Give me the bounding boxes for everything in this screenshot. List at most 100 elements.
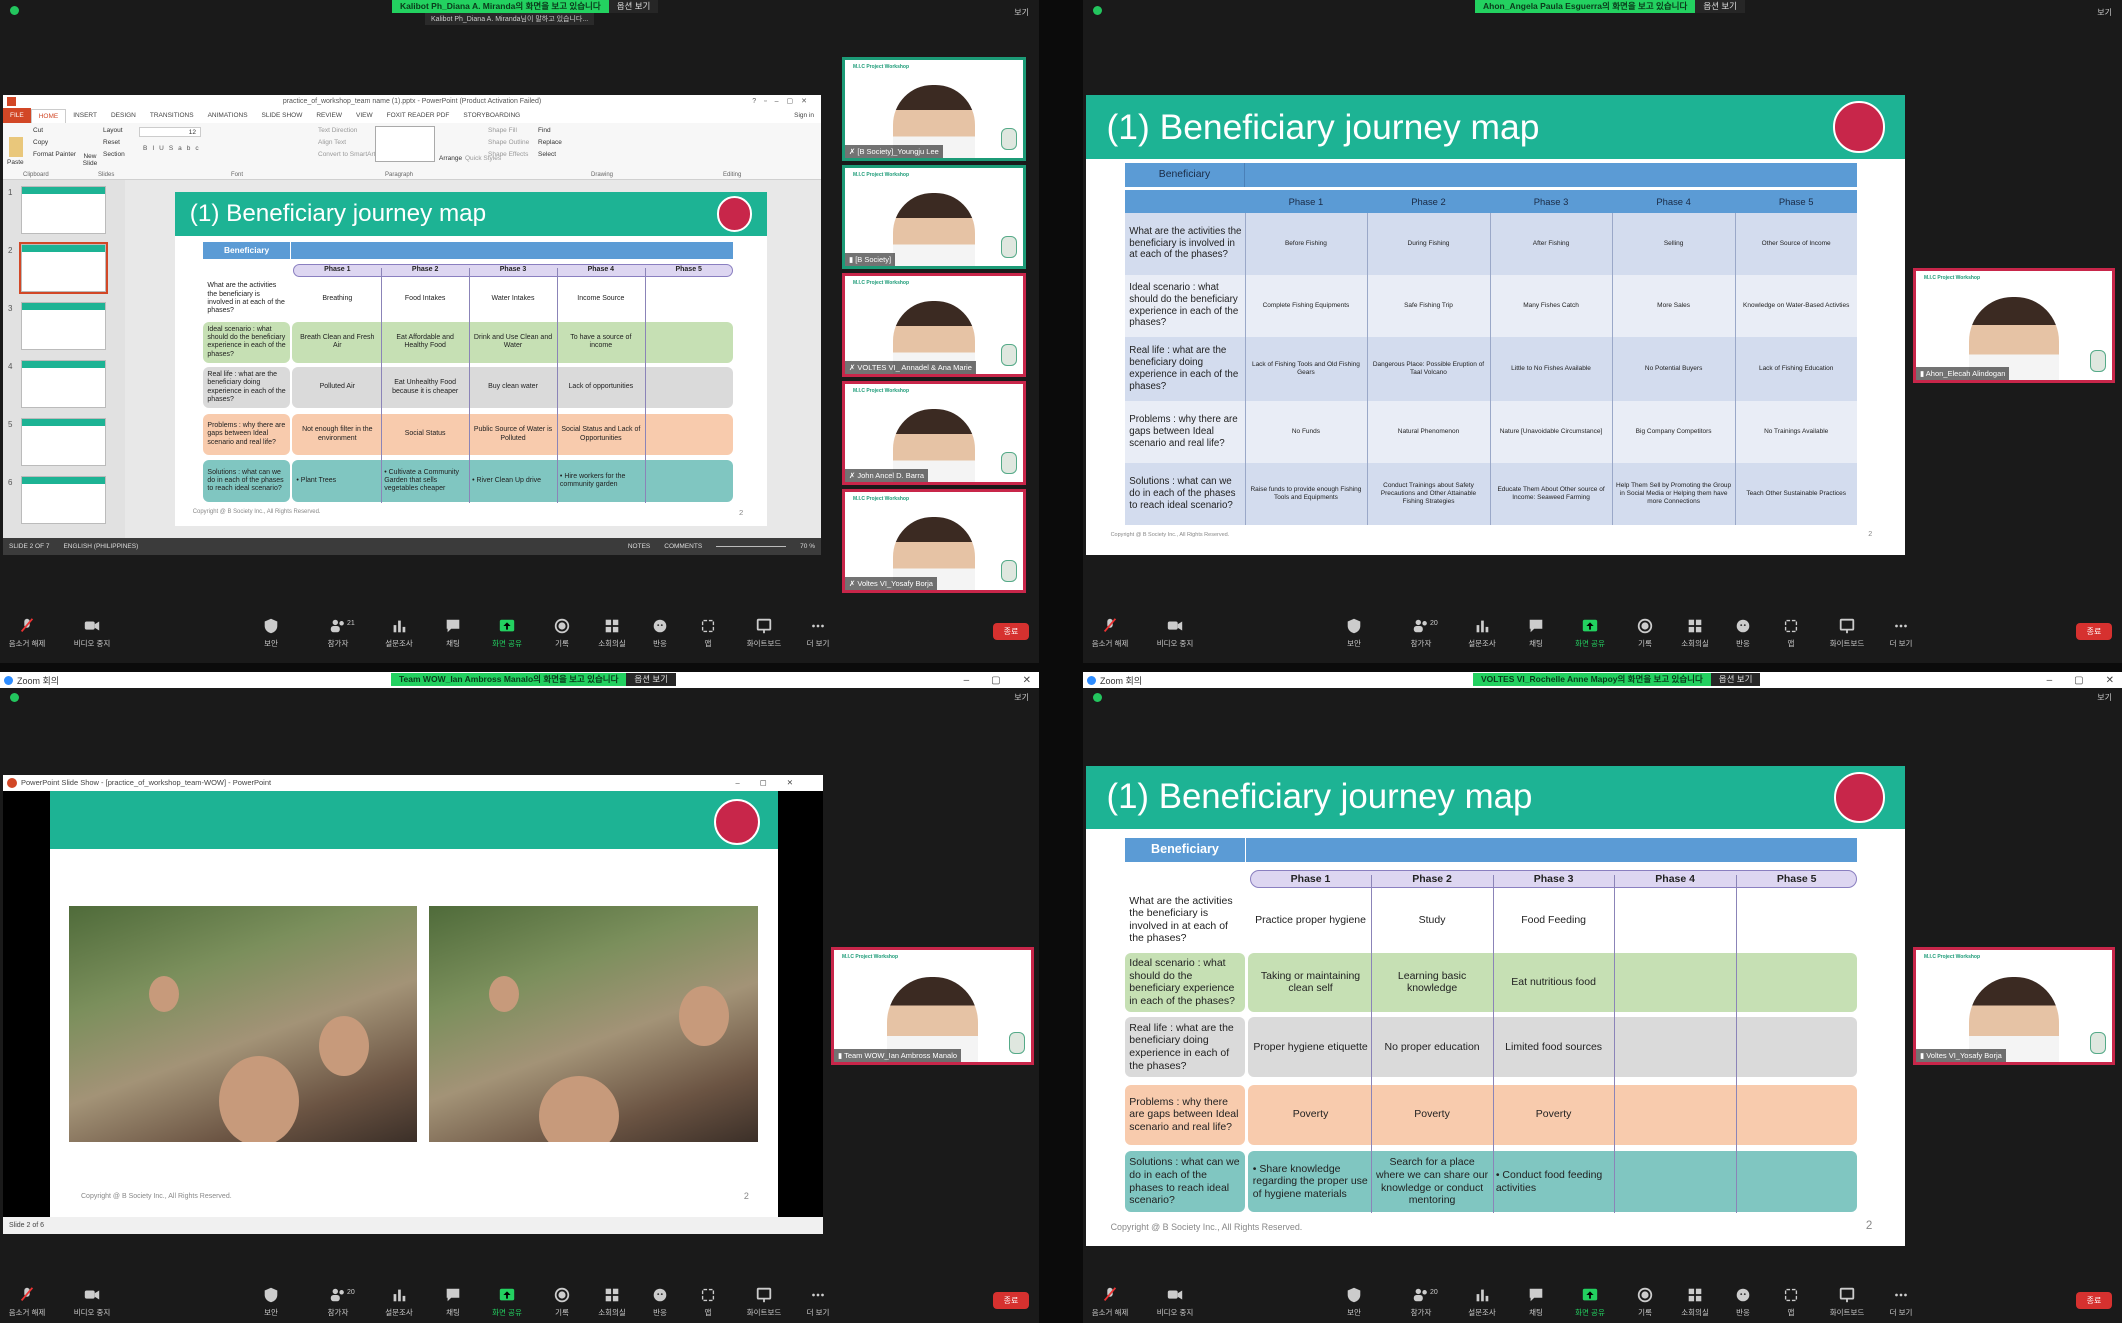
table-cell[interactable]: • Hire workers for the community garden	[557, 460, 645, 502]
section-button[interactable]: Section	[103, 151, 125, 158]
toolbar-poll-button[interactable]: 설문조사	[1457, 1286, 1507, 1318]
table-cell[interactable]: During Fishing	[1367, 213, 1490, 275]
table-cell[interactable]: Educate Them About Other source of Incom…	[1490, 463, 1613, 525]
toolbar-share-screen-button[interactable]: 화면 공유	[1565, 1286, 1615, 1318]
text-direction-button[interactable]: Text Direction	[318, 127, 357, 134]
align-text-button[interactable]: Align Text	[318, 139, 346, 146]
find-button[interactable]: Find	[538, 127, 551, 134]
toolbar-mic-muted-button[interactable]: 음소거 해제	[2, 1286, 52, 1318]
toolbar-poll-button[interactable]: 설문조사	[374, 617, 424, 649]
table-cell[interactable]: To have a source of income	[557, 322, 645, 363]
table-cell[interactable]: Search for a place where we can share ou…	[1371, 1151, 1493, 1212]
toolbar-record-button[interactable]: 기록	[537, 617, 587, 649]
toolbar-participants-button[interactable]: 20 참가자	[1396, 1286, 1446, 1318]
table-cell[interactable]: Raise funds to provide enough Fishing To…	[1245, 463, 1368, 525]
slide-thumbnail[interactable]	[21, 418, 106, 466]
table-cell[interactable]: Teach Other Sustainable Practices	[1735, 463, 1858, 525]
table-cell[interactable]: After Fishing	[1490, 213, 1613, 275]
toolbar-reactions-button[interactable]: 반응	[635, 1286, 685, 1318]
slide-thumbnail[interactable]	[21, 302, 106, 350]
shape-outline-button[interactable]: Shape Outline	[488, 139, 529, 146]
paste-button[interactable]: Paste	[7, 159, 24, 166]
table-cell[interactable]	[1614, 953, 1736, 1012]
end-meeting-button[interactable]: 종료	[993, 623, 1029, 640]
ribbon-tab-file[interactable]: FILE	[3, 108, 31, 123]
table-cell[interactable]: Lack of Fishing Education	[1735, 337, 1858, 401]
toolbar-apps-button[interactable]: 앱	[1766, 1286, 1816, 1318]
toolbar-record-button[interactable]: 기록	[1620, 1286, 1670, 1318]
ribbon-tab-slide-show[interactable]: SLIDE SHOW	[255, 112, 310, 119]
ribbon-tab-animations[interactable]: ANIMATIONS	[201, 112, 255, 119]
table-cell[interactable]: Big Company Competitors	[1612, 401, 1735, 463]
convert-smartart-button[interactable]: Convert to SmartArt	[318, 151, 375, 158]
toolbar-reactions-button[interactable]: 반응	[635, 617, 685, 649]
table-cell[interactable]	[1736, 1085, 1858, 1145]
toolbar-chat-button[interactable]: 채팅	[1511, 1286, 1561, 1318]
slide-thumbnail[interactable]	[19, 242, 108, 294]
ribbon-tab-home[interactable]: HOME	[30, 108, 67, 123]
table-cell[interactable]	[1736, 1151, 1858, 1212]
table-cell[interactable]	[645, 322, 733, 363]
toolbar-whiteboard-button[interactable]: 화이트보드	[1822, 1286, 1872, 1318]
table-cell[interactable]	[645, 460, 733, 502]
toolbar-reactions-button[interactable]: 반응	[1718, 617, 1768, 649]
table-cell[interactable]	[1614, 1151, 1736, 1212]
table-cell[interactable]: Buy clean water	[469, 367, 557, 409]
view-button[interactable]: 보기	[1014, 692, 1029, 703]
font-size-select[interactable]: 12	[139, 127, 201, 137]
toolbar-mic-muted-button[interactable]: 음소거 해제	[1085, 1286, 1135, 1318]
ribbon-tab-design[interactable]: DESIGN	[104, 112, 143, 119]
table-cell[interactable]	[645, 367, 733, 409]
table-cell[interactable]: More Sales	[1612, 275, 1735, 337]
end-meeting-button[interactable]: 종료	[2076, 623, 2112, 640]
toolbar-video-camera-button[interactable]: 비디오 중지	[67, 617, 117, 649]
table-cell[interactable]: Income Source	[557, 280, 645, 318]
toolbar-breakout-rooms-button[interactable]: 소회의실	[587, 1286, 637, 1318]
slide-thumbnail[interactable]	[21, 186, 106, 234]
table-cell[interactable]: • Conduct food feeding activities	[1493, 1151, 1615, 1212]
table-cell[interactable]: No proper education	[1371, 1017, 1493, 1077]
table-cell[interactable]: Other Source of Income	[1735, 213, 1858, 275]
toolbar-poll-button[interactable]: 설문조사	[1457, 617, 1507, 649]
table-cell[interactable]: Safe Fishing Trip	[1367, 275, 1490, 337]
ribbon-tab-review[interactable]: REVIEW	[309, 112, 349, 119]
table-cell[interactable]: Taking or maintaining clean self	[1250, 953, 1372, 1012]
ribbon-tab-foxit-reader-pdf[interactable]: FOXIT READER PDF	[380, 112, 457, 119]
table-cell[interactable]: Poverty	[1493, 1085, 1615, 1145]
format-painter-button[interactable]: Format Painter	[33, 151, 76, 158]
shape-effects-button[interactable]: Shape Effects	[488, 151, 528, 158]
toolbar-more-button[interactable]: 더 보기	[793, 617, 843, 649]
reset-button[interactable]: Reset	[103, 139, 120, 146]
new-slide-button[interactable]: New Slide	[79, 153, 101, 167]
zoom-level[interactable]: 70 %	[800, 543, 815, 550]
table-cell[interactable]	[645, 280, 733, 318]
view-button[interactable]: 보기	[1014, 7, 1029, 18]
window-controls[interactable]: –▢✕	[964, 672, 1031, 688]
font-format-buttons[interactable]: BIUSabc	[143, 145, 204, 152]
toolbar-record-button[interactable]: 기록	[1620, 617, 1670, 649]
arrange-button[interactable]: Arrange	[439, 155, 462, 162]
table-cell[interactable]: Not enough filter in the environment	[293, 414, 381, 456]
toolbar-participants-button[interactable]: 20 참가자	[1396, 617, 1446, 649]
shape-fill-button[interactable]: Shape Fill	[488, 127, 517, 134]
table-cell[interactable]: No Potential Buyers	[1612, 337, 1735, 401]
select-button[interactable]: Select	[538, 151, 556, 158]
table-cell[interactable]	[645, 414, 733, 456]
ribbon-tab-view[interactable]: VIEW	[349, 112, 380, 119]
toolbar-breakout-rooms-button[interactable]: 소회의실	[1670, 617, 1720, 649]
slide-thumbnail[interactable]	[21, 476, 106, 524]
end-meeting-button[interactable]: 종료	[993, 1292, 1029, 1309]
table-cell[interactable]: Before Fishing	[1245, 213, 1368, 275]
toolbar-participants-button[interactable]: 21 참가자	[313, 617, 363, 649]
table-cell[interactable]: Limited food sources	[1493, 1017, 1615, 1077]
cut-button[interactable]: Cut	[33, 127, 43, 134]
table-cell[interactable]: Social Status and Lack of Opportunities	[557, 414, 645, 456]
table-cell[interactable]: Eat Affordable and Healthy Food	[381, 322, 469, 363]
table-cell[interactable]: Nature [Unavoidable Circumstance]	[1490, 401, 1613, 463]
sign-in-link[interactable]: Sign in	[787, 112, 821, 119]
table-cell[interactable]: No Trainings Available	[1735, 401, 1858, 463]
table-cell[interactable]: Proper hygiene etiquette	[1250, 1017, 1372, 1077]
layout-button[interactable]: Layout	[103, 127, 123, 134]
toolbar-whiteboard-button[interactable]: 화이트보드	[1822, 617, 1872, 649]
table-cell[interactable]: • Cultivate a Community Garden that sell…	[381, 460, 469, 502]
